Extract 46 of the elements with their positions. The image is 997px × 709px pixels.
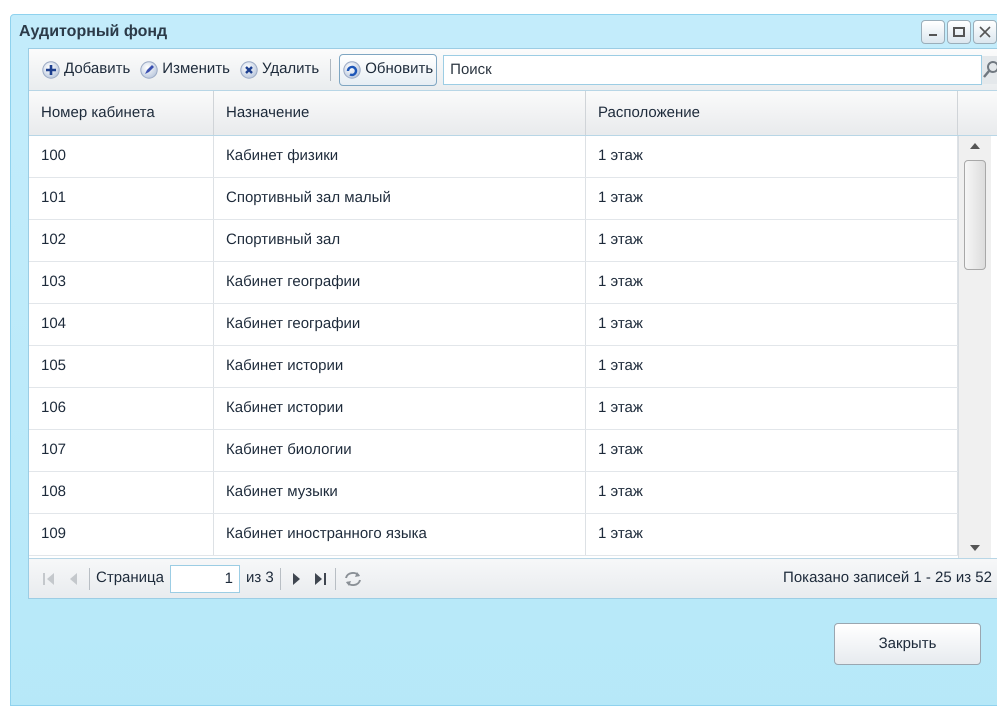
close-icon[interactable] [973,20,997,44]
table-cell: Кабинет истории [214,346,586,387]
table-cell: Кабинет биологии [214,430,586,471]
page-label: Страница [96,568,164,588]
search-field[interactable]: Поиск [443,54,982,84]
column-header[interactable]: Номер кабинета [29,91,214,135]
window-title: Аудиторный фонд [19,22,168,42]
scrollbar-thumb[interactable] [964,160,986,270]
table-cell: Кабинет географии [214,304,586,345]
table-cell: Спортивный зал [214,220,586,261]
refresh-icon [343,60,362,78]
pencil-icon [140,60,158,78]
table-cell: 107 [29,430,214,471]
table-cell: Кабинет музыки [214,472,586,513]
table-cell: 100 [29,136,214,177]
scroll-up-icon[interactable] [970,142,980,150]
scroll-down-icon[interactable] [970,544,980,552]
toolbar-button[interactable]: Удалить [236,54,322,86]
table-cell: Кабинет физики [214,136,586,177]
table-cell: Кабинет географии [214,262,586,303]
column-header[interactable]: Расположение [586,91,958,135]
table-cell: Кабинет истории [214,388,586,429]
plus-icon [42,60,60,78]
table-cell: Кабинет иностранного языка [214,514,586,555]
toolbar-button[interactable]: Изменить [137,54,233,86]
table-cell: 105 [29,346,214,387]
table-cell: 104 [29,304,214,345]
toolbar-button[interactable]: Обновить [339,54,438,86]
scrollbar[interactable] [958,136,991,558]
page-total: из 3 [246,568,274,588]
records-summary: Показано записей 1 - 25 из 52 [783,568,992,588]
search-icon[interactable] [982,56,997,84]
close-button[interactable]: Закрыть [834,623,981,665]
table-cell: 101 [29,178,214,219]
maximize-icon[interactable] [947,20,971,44]
table-cell: 109 [29,514,214,555]
page-input[interactable]: 1 [170,564,240,592]
table-cell: 106 [29,388,214,429]
toolbar-button[interactable]: Добавить [39,54,134,86]
minimize-icon[interactable] [921,20,945,44]
table-cell: Спортивный зал малый [214,178,586,219]
table-cell: 103 [29,262,214,303]
close-icon [240,60,258,78]
table-cell: 108 [29,472,214,513]
column-header[interactable]: Назначение [214,91,586,135]
table-cell: 102 [29,220,214,261]
